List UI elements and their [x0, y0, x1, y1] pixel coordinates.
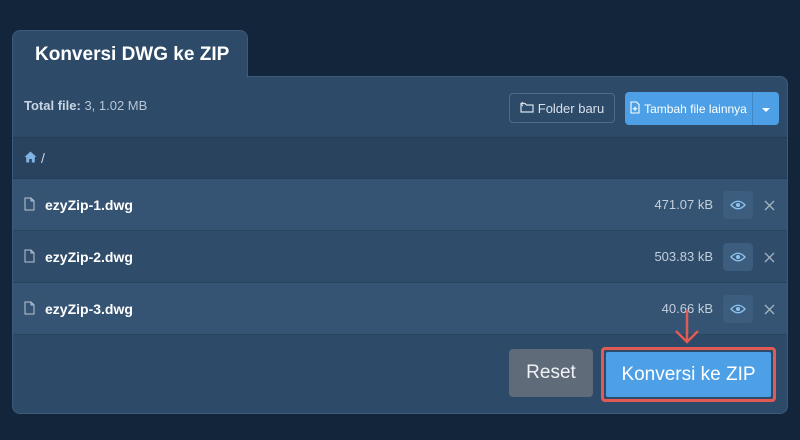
file-size: 471.07 kB [654, 197, 713, 212]
tab-convert-dwg-zip[interactable]: Konversi DWG ke ZIP [12, 30, 248, 78]
add-files-button[interactable]: Tambah file lainnya [625, 92, 753, 125]
preview-button[interactable] [723, 295, 753, 323]
new-folder-label: Folder baru [537, 100, 605, 116]
breadcrumb-path: / [41, 150, 45, 166]
reset-button[interactable]: Reset [509, 349, 593, 397]
file-row: ezyZip-2.dwg 503.83 kB [13, 231, 787, 283]
close-icon [764, 304, 774, 314]
file-name: ezyZip-2.dwg [45, 249, 133, 265]
breadcrumb: / [13, 137, 787, 179]
remove-file-button[interactable] [759, 247, 779, 267]
file-icon [24, 197, 35, 216]
tab-title: Konversi DWG ke ZIP [35, 43, 230, 65]
preview-button[interactable] [723, 191, 753, 219]
caret-down-icon [761, 102, 771, 116]
file-list: ezyZip-1.dwg 471.07 kB ezyZip-2.dwg 503.… [13, 179, 787, 335]
file-row: ezyZip-1.dwg 471.07 kB [13, 179, 787, 231]
eye-icon [730, 200, 746, 210]
preview-button[interactable] [723, 243, 753, 271]
add-files-label: Tambah file lainnya [644, 101, 747, 116]
file-name: ezyZip-3.dwg [45, 301, 133, 317]
total-label: Total file: [24, 98, 81, 113]
file-size: 503.83 kB [654, 249, 713, 264]
file-row: ezyZip-3.dwg 40.66 kB [13, 283, 787, 335]
remove-file-button[interactable] [759, 299, 779, 319]
file-icon [24, 301, 35, 320]
convert-label: Konversi ke ZIP [621, 363, 756, 385]
eye-icon [730, 252, 746, 262]
add-files-button-group: Tambah file lainnya [625, 92, 779, 125]
toolbar: Total file: 3, 1.02 MB Folder baru Tamba… [13, 77, 787, 137]
close-icon [764, 200, 774, 210]
file-plus-icon [630, 100, 640, 117]
file-name: ezyZip-1.dwg [45, 197, 133, 213]
convert-highlight: Konversi ke ZIP [601, 347, 776, 402]
file-icon [24, 249, 35, 268]
total-files: Total file: 3, 1.02 MB [24, 98, 147, 113]
new-folder-button[interactable]: Folder baru [509, 93, 615, 123]
convert-to-zip-button[interactable]: Konversi ke ZIP [606, 352, 771, 397]
folder-plus-icon [520, 101, 534, 116]
add-files-dropdown-toggle[interactable] [753, 92, 779, 125]
reset-label: Reset [526, 362, 576, 383]
home-icon[interactable] [24, 150, 37, 166]
total-value: 3, 1.02 MB [84, 98, 148, 113]
file-panel: Total file: 3, 1.02 MB Folder baru Tamba… [12, 76, 788, 414]
eye-icon [730, 304, 746, 314]
footer-actions: Reset Konversi ke ZIP [13, 335, 787, 413]
remove-file-button[interactable] [759, 195, 779, 215]
arrow-down-icon [675, 310, 699, 344]
close-icon [764, 252, 774, 262]
